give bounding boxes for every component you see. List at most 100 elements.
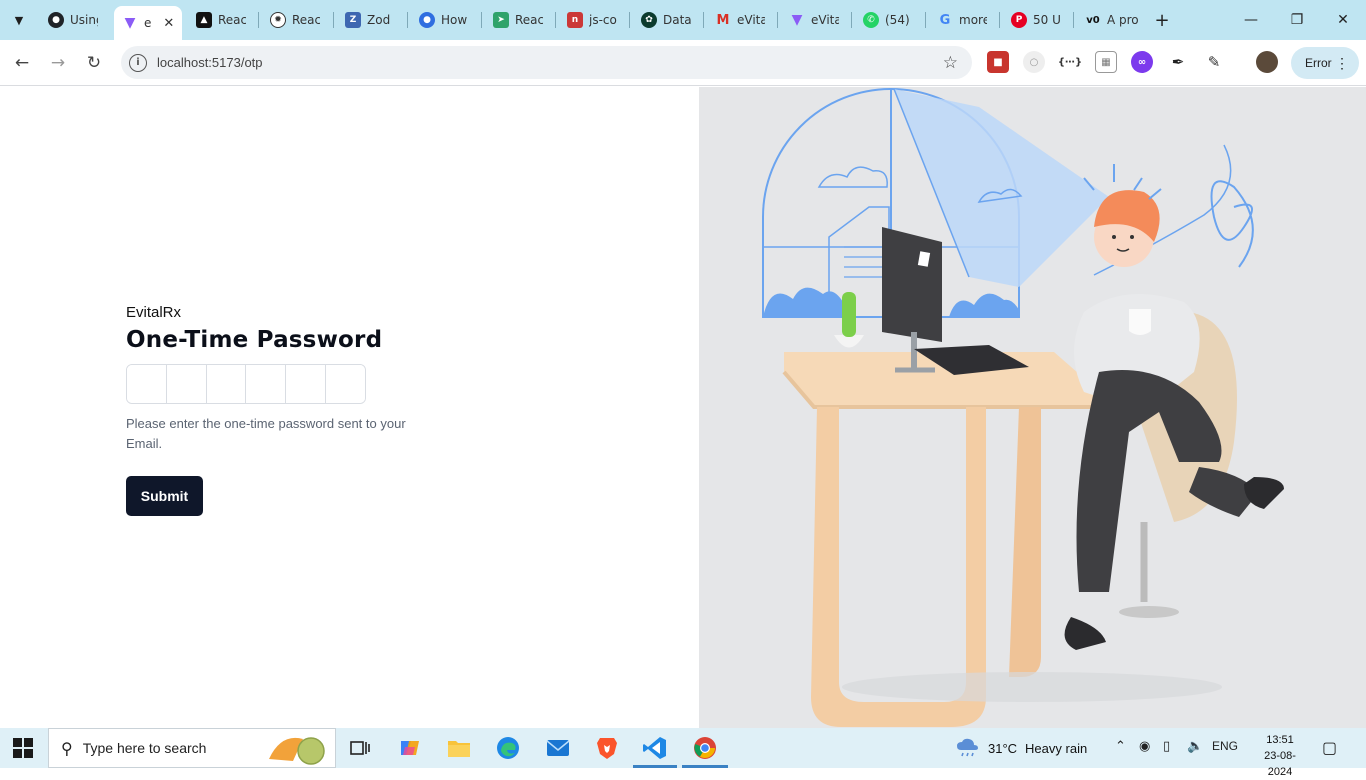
tab-gmail[interactable]: M eVita	[707, 6, 775, 34]
tab-google[interactable]: G more	[929, 6, 997, 34]
extension-icon[interactable]: ■	[987, 51, 1009, 73]
openai-icon: ✹	[270, 12, 286, 28]
otp-digit-input[interactable]	[206, 365, 247, 403]
tab-title: How	[441, 13, 468, 27]
weather-widget[interactable]: 31°C Heavy rain	[956, 738, 1087, 758]
tab-evita-2[interactable]: ▼ eVita	[781, 6, 849, 34]
eyedropper-icon[interactable]: ✒	[1167, 51, 1189, 73]
clock-time: 13:51	[1266, 734, 1294, 746]
notifications-icon[interactable]: ▢	[1322, 738, 1337, 757]
chat-icon: ●	[419, 12, 435, 28]
tab-title: 50 U	[1033, 13, 1061, 27]
language-indicator[interactable]: ENG	[1212, 739, 1238, 753]
close-icon[interactable]: ✕	[163, 16, 174, 31]
show-hidden-icons-chevron-icon[interactable]: ⌃	[1115, 739, 1126, 754]
npm-icon: n	[567, 12, 583, 28]
otp-digit-input[interactable]	[326, 365, 365, 403]
windows-taskbar: ⚲ Type here to search 31°C Heavy rain ⌃ …	[0, 728, 1366, 778]
tab-whatsapp[interactable]: ✆ (54)	[855, 6, 923, 34]
tab-react-2[interactable]: ✹ React	[262, 6, 330, 34]
windows-start-icon[interactable]	[13, 738, 33, 758]
tab-separator	[999, 12, 1000, 28]
copilot-icon[interactable]	[396, 734, 424, 762]
tab-strip: ▼ ● Using ▼ e ✕ ▲ React ✹ React Z Zod ● …	[0, 0, 1366, 40]
tab-separator	[629, 12, 630, 28]
chrome-icon[interactable]	[691, 734, 719, 762]
hero-illustration	[699, 87, 1366, 728]
tab-js-cookie[interactable]: n js-co	[559, 6, 627, 34]
tab-title: React	[218, 13, 246, 27]
tab-v0[interactable]: v0 A pro	[1077, 6, 1147, 34]
submit-button[interactable]: Submit	[126, 476, 203, 516]
tab-github[interactable]: ● Using	[40, 6, 112, 34]
calendar-extension-icon[interactable]: ▦	[1095, 51, 1117, 73]
task-view-icon[interactable]	[346, 734, 374, 762]
search-icon: ⚲	[61, 738, 73, 758]
otp-digit-input[interactable]	[127, 365, 167, 403]
tab-title: React	[515, 13, 543, 27]
tab-title: A pro	[1107, 13, 1139, 27]
tab-title: Using	[70, 13, 98, 27]
tab-title: React	[292, 13, 320, 27]
tab-data[interactable]: ✿ Data	[633, 6, 701, 34]
forward-button[interactable]: →	[44, 49, 72, 77]
profile-error-label: Error	[1305, 56, 1332, 70]
tab-pinterest[interactable]: P 50 U	[1003, 6, 1071, 34]
restore-button[interactable]: ❐	[1274, 6, 1320, 34]
camera-privacy-icon[interactable]: ◉	[1139, 739, 1150, 754]
profile-error-button[interactable]: Error ⋮	[1291, 47, 1359, 79]
tab-react-1[interactable]: ▲ React	[188, 6, 256, 34]
tab-how[interactable]: ● How	[411, 6, 479, 34]
json-extension-icon[interactable]: {⋯}	[1058, 51, 1082, 73]
zod-icon: Z	[345, 12, 361, 28]
hook-icon: ➤	[493, 12, 509, 28]
url-text[interactable]: localhost:5173/otp	[157, 55, 263, 70]
tab-active-evita[interactable]: ▼ e ✕	[114, 6, 182, 40]
tab-separator	[481, 12, 482, 28]
otp-digit-input[interactable]	[246, 365, 287, 403]
tab-title: js-co	[589, 13, 617, 27]
tab-separator	[777, 12, 778, 28]
tab-separator	[258, 12, 259, 28]
minimize-button[interactable]: —	[1228, 6, 1274, 34]
otp-digit-input[interactable]	[166, 365, 207, 403]
tab-separator	[925, 12, 926, 28]
bookmark-star-icon[interactable]: ☆	[943, 53, 958, 73]
new-tab-button[interactable]: +	[1151, 9, 1173, 31]
tab-search-button[interactable]: ▼	[6, 8, 32, 32]
otp-digit-input[interactable]	[286, 365, 327, 403]
taskbar-clock[interactable]: 13:51 23-08-2024	[1256, 732, 1304, 780]
site-info-icon[interactable]: i	[129, 53, 147, 72]
extension-icon[interactable]: ○	[1023, 51, 1045, 73]
reload-button[interactable]: ↻	[80, 49, 108, 77]
vite-icon: ▼	[124, 15, 136, 31]
close-window-button[interactable]: ✕	[1320, 6, 1366, 34]
vercel-icon: ▲	[196, 12, 212, 28]
taskbar-search-box[interactable]: ⚲ Type here to search	[48, 728, 336, 768]
battery-icon[interactable]: ▯	[1163, 739, 1170, 754]
more-menu-icon[interactable]: ⋮	[1335, 55, 1349, 72]
otp-form-pane: EvitalRx One-Time Password Please enter …	[0, 87, 699, 728]
google-icon: G	[939, 12, 951, 28]
mail-icon[interactable]	[544, 734, 572, 762]
edge-browser-icon[interactable]	[494, 734, 522, 762]
tab-separator	[333, 12, 334, 28]
page-content: EvitalRx One-Time Password Please enter …	[0, 87, 1366, 728]
vscode-icon[interactable]	[641, 734, 669, 762]
tab-react-3[interactable]: ➤ React	[485, 6, 553, 34]
tab-zod[interactable]: Z Zod	[337, 6, 405, 34]
file-explorer-icon[interactable]	[445, 734, 473, 762]
extensions-puzzle-icon[interactable]: ✎	[1203, 51, 1225, 73]
address-bar[interactable]: i localhost:5173/otp ☆	[121, 46, 972, 79]
extension-icon[interactable]: ∞	[1131, 51, 1153, 73]
chevron-down-icon: ▼	[14, 13, 24, 27]
volume-icon[interactable]: 🔈	[1187, 739, 1203, 754]
tab-title: (54)	[885, 13, 910, 27]
back-button[interactable]: ←	[8, 49, 36, 77]
tab-separator	[1073, 12, 1074, 28]
office-worker-illustration	[762, 88, 1284, 727]
avatar[interactable]	[1256, 51, 1278, 73]
search-highlight-melon-icon	[269, 737, 325, 765]
brave-browser-icon[interactable]	[593, 734, 621, 762]
otp-helper-text: Please enter the one-time password sent …	[126, 416, 406, 451]
